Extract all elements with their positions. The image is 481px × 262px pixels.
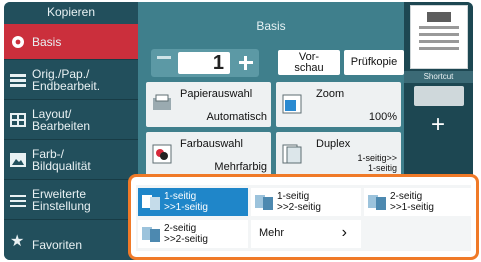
duplex-1-2-icon (255, 195, 273, 210)
preview-thumbnail[interactable] (410, 5, 468, 69)
paper-selection-tile[interactable]: Papierauswahl Automatisch (146, 82, 271, 127)
tile-title: Papierauswahl (180, 88, 253, 100)
duplex-options-grid: 1-seitig >>1-seitig 1-seitig >>2-seitig … (136, 185, 474, 251)
page-title: Basis (256, 19, 286, 33)
duplex-options-popup: 1-seitig >>1-seitig 1-seitig >>2-seitig … (128, 174, 479, 260)
zoom-icon (282, 94, 302, 114)
tile-title: Farbauswahl (180, 138, 243, 150)
sidebar-item-layout[interactable]: Layout/ Bearbeiten (4, 100, 138, 140)
document-settings-icon (10, 74, 26, 87)
star-icon: ★ (10, 233, 25, 250)
app-title: Kopieren (46, 5, 96, 19)
duplex-option-2-to-2[interactable]: 2-seitig >>2-seitig (138, 220, 248, 248)
sidebar-item-label: Erweiterte Einstellung (32, 187, 91, 213)
duplex-1-1-icon (142, 195, 160, 210)
sidebar-item-label: Favoriten (32, 238, 83, 252)
color-icon (152, 144, 172, 164)
sidebar-item-farb[interactable]: Farb-/ Bildqualität (4, 140, 138, 180)
more-button[interactable]: Mehr › (251, 220, 361, 248)
duplex-2-1-icon (368, 195, 386, 210)
sidebar-item-erweitert[interactable]: Erweiterte Einstellung (4, 180, 138, 220)
advanced-settings-icon (10, 195, 26, 207)
sidebar-item-label: Farb-/ Bildqualität (32, 147, 91, 173)
sidebar-item-label: Orig./Pap./ Endbearbeit. (32, 67, 101, 93)
copies-input[interactable]: 1 (178, 52, 230, 74)
option-label: 1-seitig >>1-seitig (164, 191, 208, 213)
tile-title: Duplex (316, 138, 351, 150)
layout-icon (10, 113, 26, 127)
preview-label: Vor- schau (294, 51, 324, 74)
tile-value: Mehrfarbig (214, 161, 267, 173)
sidebar-item-label: Layout/ Bearbeiten (32, 107, 91, 133)
sidebar-item-orig[interactable]: Orig./Pap./ Endbearbeit. (4, 60, 138, 100)
duplex-icon (282, 144, 302, 164)
zoom-tile[interactable]: Zoom 100% (276, 82, 401, 127)
tile-value: Automatisch (206, 111, 267, 123)
duplex-option-2-to-1[interactable]: 2-seitig >>1-seitig (364, 188, 474, 216)
tile-title: Zoom (316, 88, 345, 100)
shortcut-item[interactable] (414, 86, 464, 106)
sidebar-item-label: Basis (32, 35, 62, 49)
plus-icon-vertical[interactable] (244, 56, 247, 70)
minus-icon[interactable] (157, 56, 171, 59)
duplex-option-1-to-1[interactable]: 1-seitig >>1-seitig (138, 188, 248, 216)
tile-value: 1-seitig>> 1-seitig (357, 153, 397, 173)
image-quality-icon (10, 153, 26, 167)
sidebar-item-favoriten[interactable]: ★ Favoriten (4, 230, 138, 260)
tile-value: 100% (368, 111, 397, 123)
option-label: 2-seitig >>2-seitig (164, 223, 208, 245)
more-label: Mehr (259, 227, 285, 239)
paper-tray-icon (153, 94, 171, 110)
duplex-option-1-to-2[interactable]: 1-seitig >>2-seitig (251, 188, 361, 216)
preview-button[interactable]: Vor- schau (278, 50, 340, 75)
color-selection-tile[interactable]: Farbauswahl Mehrfarbig (146, 132, 271, 177)
proof-copy-button[interactable]: Prüfkopie (344, 50, 404, 75)
gear-icon (12, 36, 24, 48)
chevron-right-icon: › (341, 224, 347, 241)
option-label: 1-seitig >>2-seitig (277, 191, 321, 213)
add-shortcut-icon[interactable]: + (425, 112, 451, 138)
shortcut-label: Shortcut (404, 71, 473, 83)
copy-count-stepper: 1 (151, 49, 259, 77)
document-preview-icon (419, 12, 459, 50)
sidebar-item-basis[interactable]: Basis (4, 24, 138, 60)
duplex-2-2-icon (142, 227, 160, 242)
duplex-tile[interactable]: Duplex 1-seitig>> 1-seitig (276, 132, 401, 177)
sidebar: Kopieren Basis Orig./Pap./ Endbearbeit. … (4, 2, 138, 260)
option-label: 2-seitig >>1-seitig (390, 191, 434, 213)
